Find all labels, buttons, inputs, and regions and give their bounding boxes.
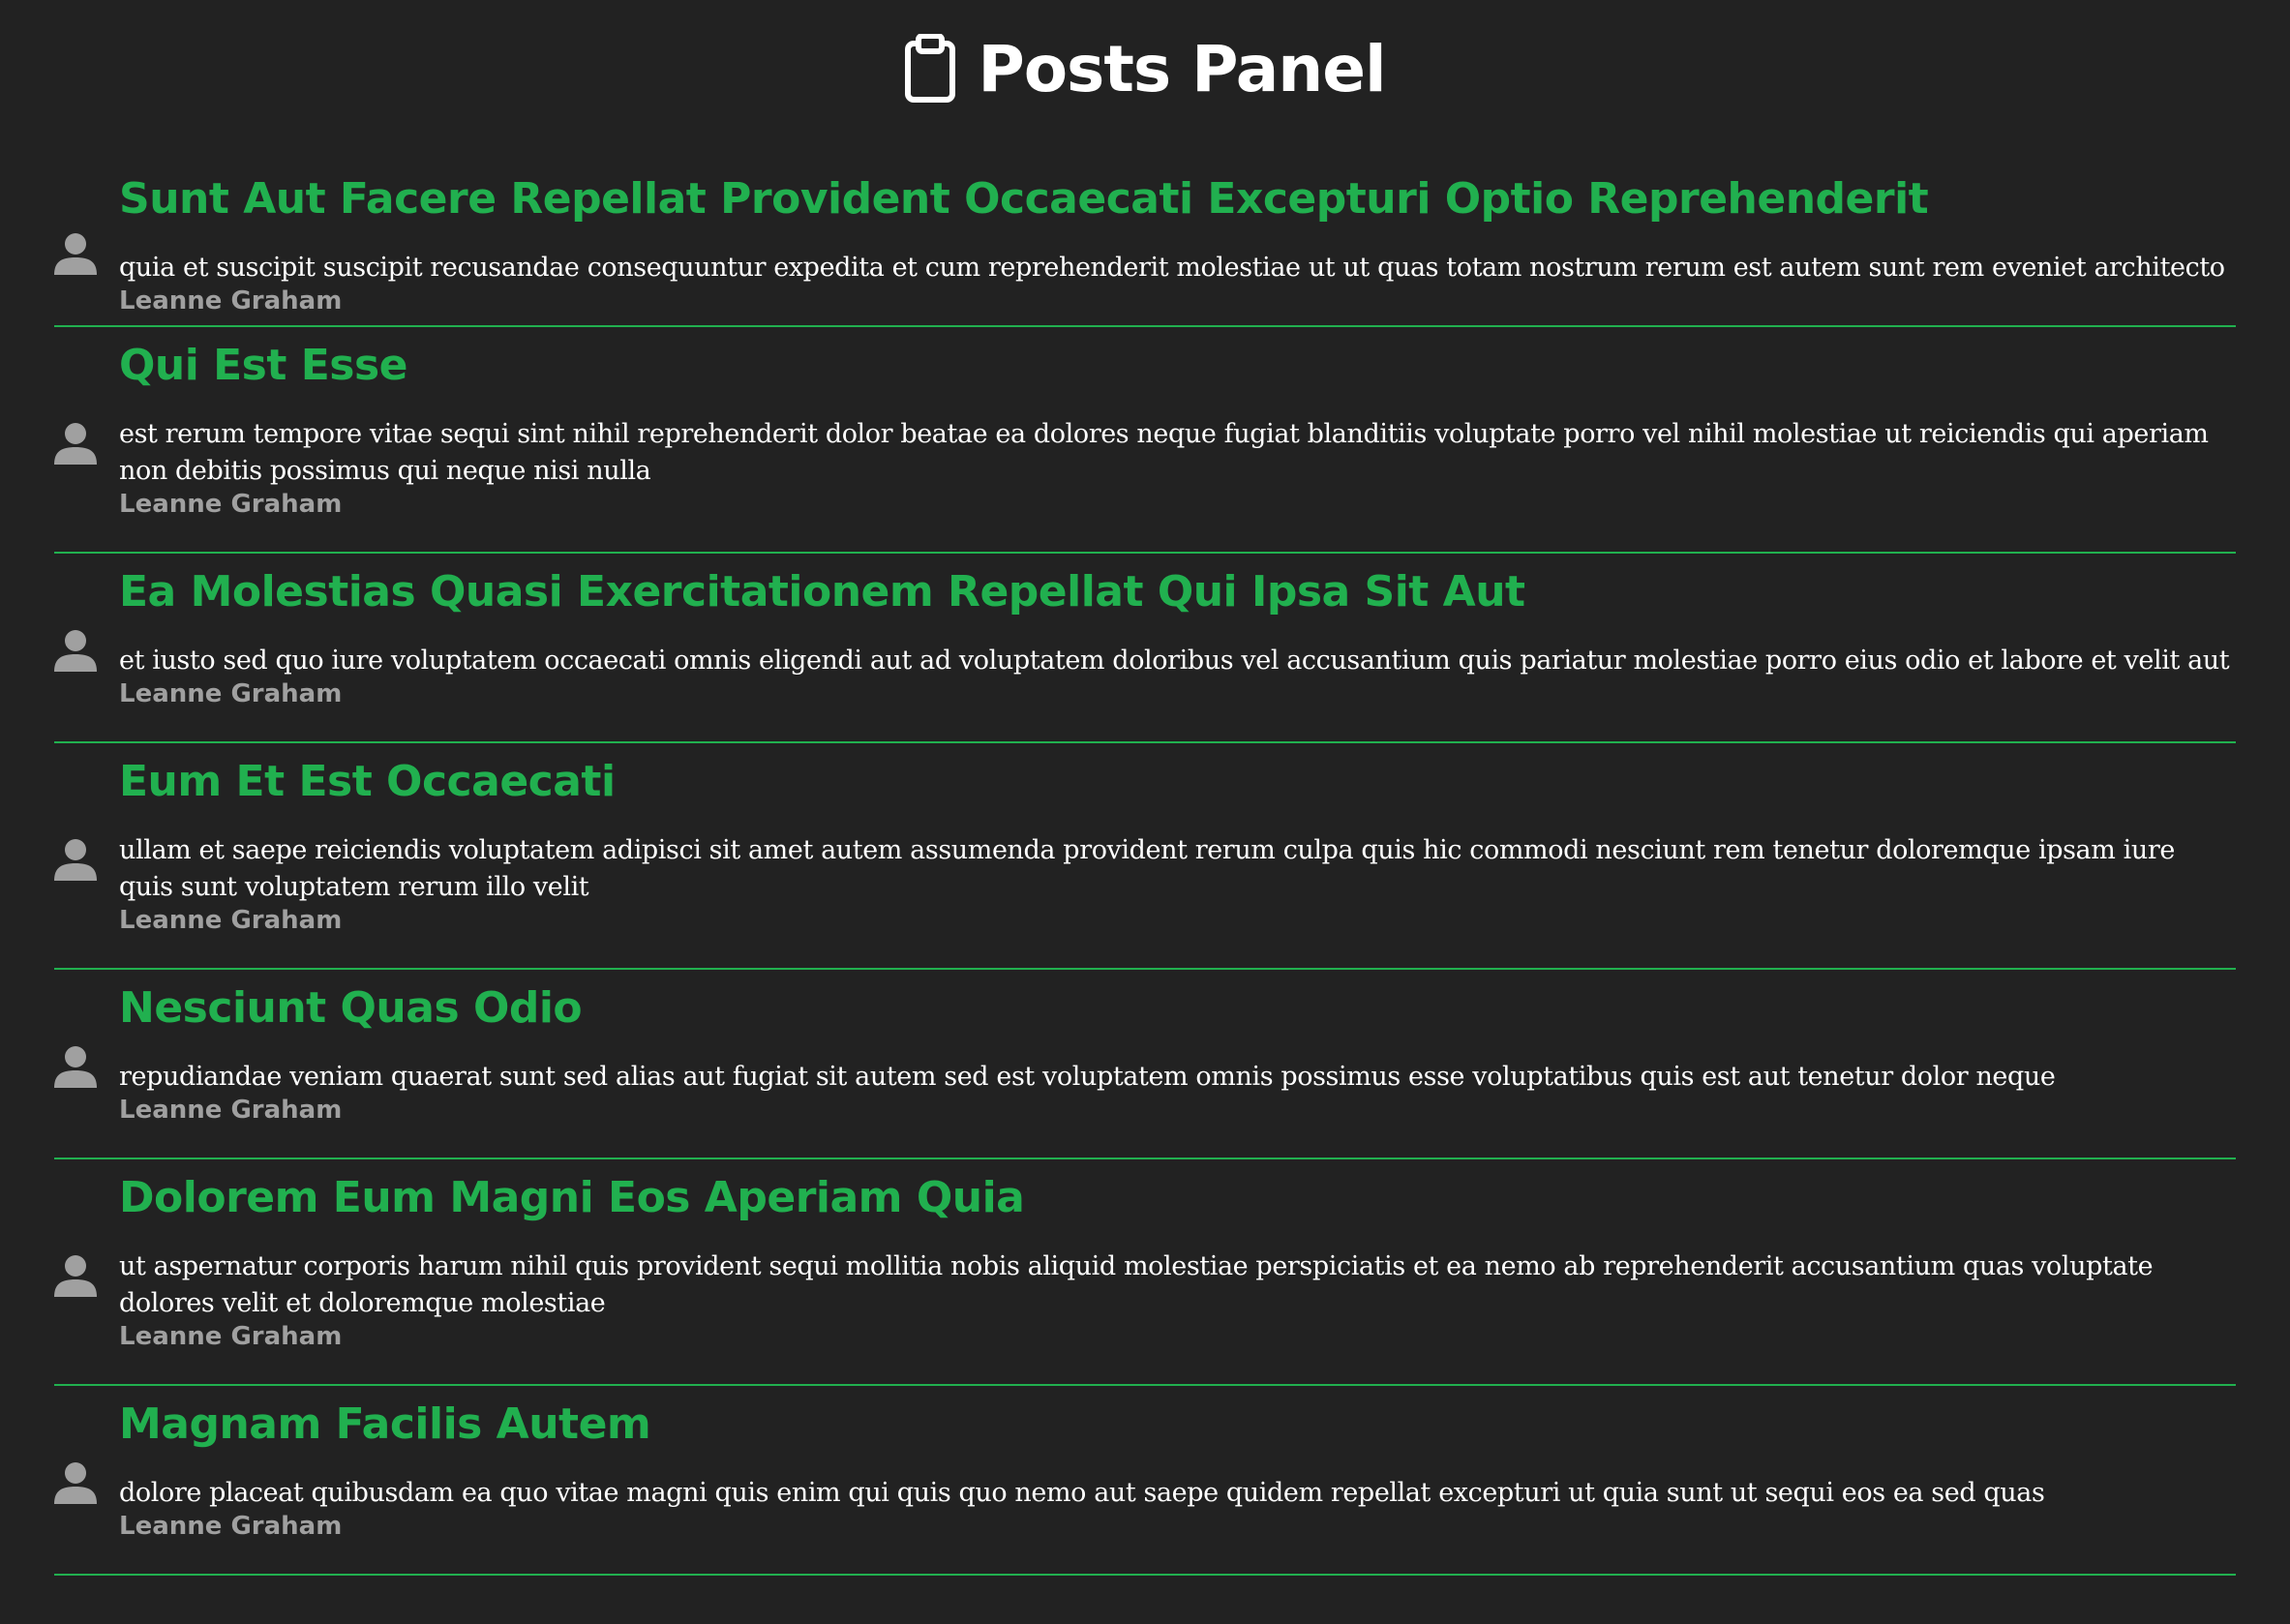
user-icon <box>54 630 97 672</box>
post-title[interactable]: Qui Est Esse <box>119 341 2236 401</box>
post-title[interactable]: Eum Et Est Occaecati <box>119 757 2236 817</box>
post-body: quia et suscipit suscipit recusandae con… <box>119 253 2225 283</box>
post-body: dolore placeat quibusdam ea quo vitae ma… <box>119 1478 2045 1508</box>
page-header: Posts Panel <box>0 0 2290 137</box>
post-item[interactable]: Eum Et Est Occaecati ullam et saepe reic… <box>54 743 2236 970</box>
post-item[interactable]: Qui Est Esse est rerum tempore vitae seq… <box>54 327 2236 554</box>
post-author: Leanne Graham <box>119 679 343 708</box>
user-icon <box>54 1046 97 1088</box>
user-icon <box>54 839 97 881</box>
user-icon <box>54 423 97 465</box>
page-title: Posts Panel <box>978 31 1386 106</box>
post-item[interactable]: Dolorem Eum Magni Eos Aperiam Quia ut as… <box>54 1159 2236 1386</box>
user-icon <box>54 1255 97 1297</box>
post-body: est rerum tempore vitae sequi sint nihil… <box>119 419 2209 486</box>
post-item[interactable]: Sunt Aut Facere Repellat Provident Occae… <box>54 137 2236 327</box>
post-author: Leanne Graham <box>119 286 343 316</box>
post-title[interactable]: Dolorem Eum Magni Eos Aperiam Quia <box>119 1173 2236 1233</box>
post-author: Leanne Graham <box>119 490 343 519</box>
post-item[interactable]: Nesciunt Quas Odio repudiandae veniam qu… <box>54 970 2236 1159</box>
post-title[interactable]: Nesciunt Quas Odio <box>119 983 2236 1043</box>
post-item[interactable]: Magnam Facilis Autem dolore placeat quib… <box>54 1386 2236 1576</box>
post-author: Leanne Graham <box>119 1512 343 1541</box>
post-author: Leanne Graham <box>119 1322 343 1351</box>
user-icon <box>54 233 97 275</box>
post-author: Leanne Graham <box>119 906 343 935</box>
user-icon <box>54 1462 97 1504</box>
post-title[interactable]: Magnam Facilis Autem <box>119 1399 2236 1459</box>
post-item[interactable]: Ea Molestias Quasi Exercitationem Repell… <box>54 554 2236 743</box>
post-body: repudiandae veniam quaerat sunt sed alia… <box>119 1062 2056 1092</box>
post-body: ut aspernatur corporis harum nihil quis … <box>119 1251 2154 1318</box>
post-body: ullam et saepe reiciendis voluptatem adi… <box>119 835 2175 902</box>
post-title[interactable]: Sunt Aut Facere Repellat Provident Occae… <box>119 174 2236 234</box>
post-title[interactable]: Ea Molestias Quasi Exercitationem Repell… <box>119 567 2236 627</box>
posts-list: Sunt Aut Facere Repellat Provident Occae… <box>54 137 2236 1576</box>
clipboard-icon <box>905 34 956 103</box>
post-author: Leanne Graham <box>119 1096 343 1125</box>
post-body: et iusto sed quo iure voluptatem occaeca… <box>119 646 2230 676</box>
